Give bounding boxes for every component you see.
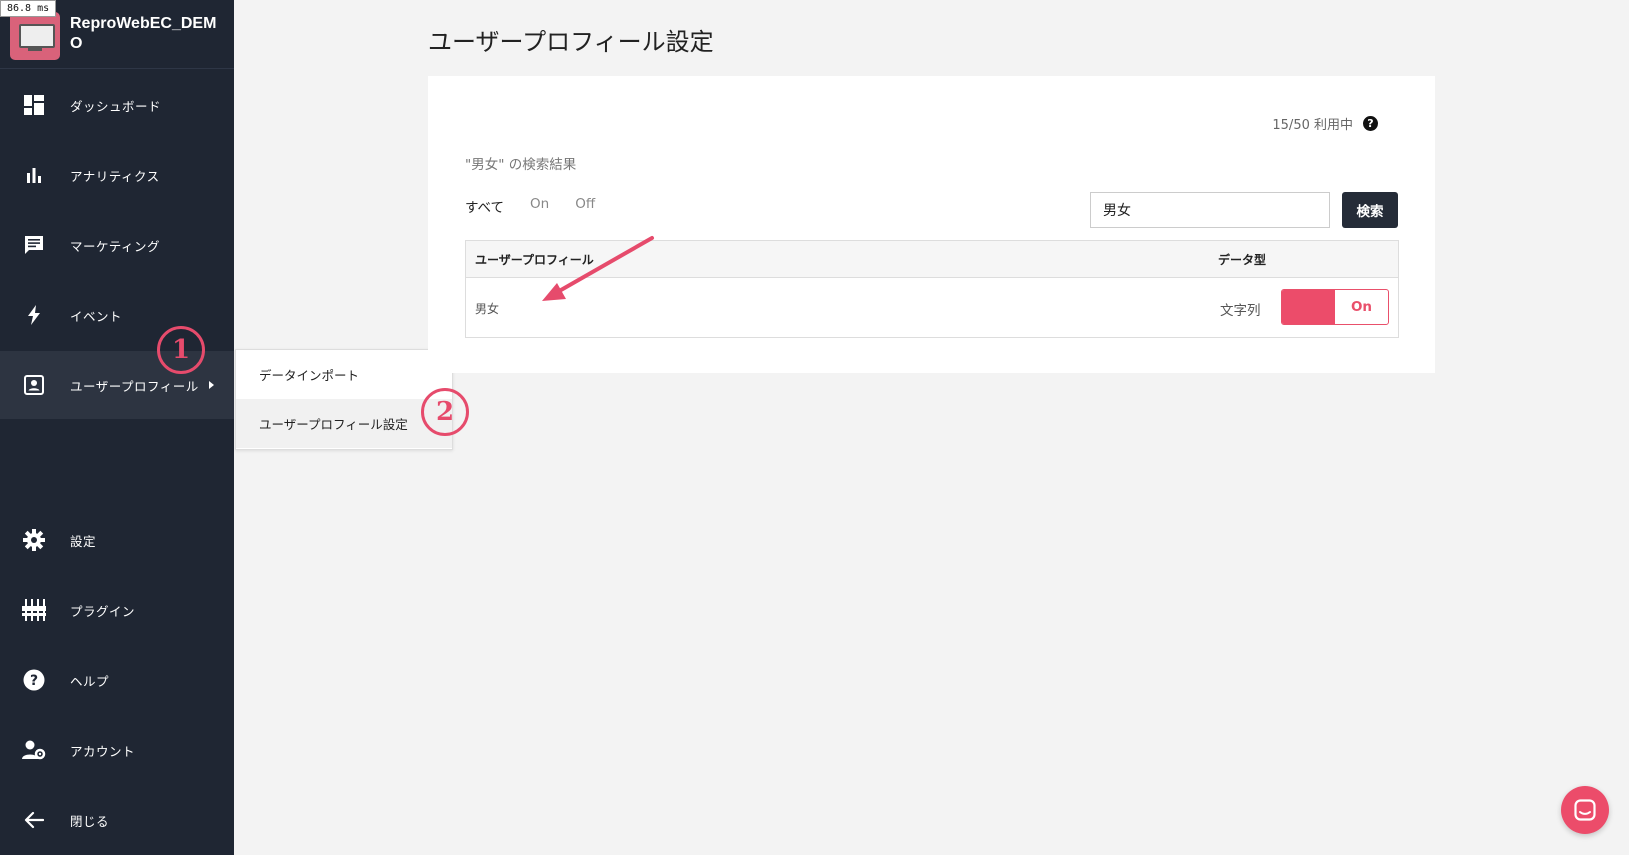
sidebar-item-label: アカウント xyxy=(70,743,136,759)
bar-chart-icon xyxy=(22,163,46,187)
filter-tabs: すべて On Off xyxy=(465,196,595,216)
column-header-data-type: データ型 xyxy=(1218,253,1267,267)
filter-tab-off[interactable]: Off xyxy=(575,196,595,216)
sidebar-item-settings[interactable]: 設定 xyxy=(0,506,234,574)
usage-text: 15/50 利用中 xyxy=(1272,118,1353,133)
profile-table: ユーザープロフィール データ型 男女 文字列 On xyxy=(465,240,1399,338)
message-icon xyxy=(22,233,46,257)
chevron-right-icon xyxy=(209,381,214,389)
toggle-label: On xyxy=(1350,299,1373,315)
submenu-item-data-import[interactable]: データインポート xyxy=(236,350,452,399)
lightning-icon xyxy=(22,303,46,327)
filter-tab-all[interactable]: すべて xyxy=(465,196,504,216)
sidebar-item-label: ヘルプ xyxy=(70,673,110,689)
column-header-user-profile: ユーザープロフィール xyxy=(475,253,594,267)
search-button[interactable]: 検索 xyxy=(1342,192,1398,228)
account-icon xyxy=(22,738,46,762)
sidebar-item-marketing[interactable]: マーケティング xyxy=(0,211,234,279)
app-name[interactable]: ReproWebEC_DEMO xyxy=(70,14,220,54)
data-type-cell: 文字列 xyxy=(1220,303,1261,319)
usage-counter: 15/50 利用中 ? xyxy=(1272,114,1378,133)
profile-icon xyxy=(22,373,46,397)
search-input[interactable] xyxy=(1090,192,1330,228)
annotation-step-1: 1 xyxy=(157,326,205,374)
search-results-caption: "男女" の検索結果 xyxy=(465,157,577,173)
sidebar-item-close[interactable]: 閉じる xyxy=(0,786,234,854)
plugin-icon xyxy=(22,598,46,622)
chat-launcher-button[interactable] xyxy=(1561,786,1609,834)
page-title: ユーザープロフィール設定 xyxy=(428,28,714,56)
sidebar-item-analytics[interactable]: アナリティクス xyxy=(0,141,234,209)
sidebar-item-label: プラグイン xyxy=(70,603,136,619)
sidebar-item-label: イベント xyxy=(70,308,123,324)
profile-settings-card: 15/50 利用中 ? "男女" の検索結果 すべて On Off 検索 ユーザ… xyxy=(428,76,1435,373)
sidebar-item-label: アナリティクス xyxy=(70,168,160,184)
sidebar-item-plugins[interactable]: プラグイン xyxy=(0,576,234,644)
sidebar-item-help[interactable]: ? ヘルプ xyxy=(0,646,234,714)
sidebar-item-label: 閉じる xyxy=(70,813,110,829)
svg-text:?: ? xyxy=(30,673,38,689)
profile-name-cell: 男女 xyxy=(475,302,500,316)
chat-icon xyxy=(1574,799,1596,821)
perf-badge: 86.8 ms xyxy=(0,0,57,17)
sidebar-item-account[interactable]: アカウント xyxy=(0,716,234,784)
toggle-fill xyxy=(1282,290,1335,324)
sidebar-item-label: 設定 xyxy=(70,533,97,549)
profile-enabled-toggle[interactable]: On xyxy=(1281,289,1389,325)
help-icon: ? xyxy=(22,668,46,692)
sidebar-item-label: マーケティング xyxy=(70,238,161,254)
annotation-step-2: 2 xyxy=(421,388,469,436)
sidebar: ReproWebEC_DEMO ダッシュボード アナリティクス マーケティング … xyxy=(0,0,234,855)
gear-icon xyxy=(22,528,46,552)
dashboard-icon xyxy=(22,93,46,117)
sidebar-item-label: ユーザープロフィール xyxy=(70,378,199,394)
user-profile-submenu: データインポート ユーザープロフィール設定 xyxy=(235,349,453,450)
sidebar-item-dashboard[interactable]: ダッシュボード xyxy=(0,71,234,139)
filter-tab-on[interactable]: On xyxy=(530,196,549,216)
sidebar-item-label: ダッシュボード xyxy=(70,98,162,114)
help-circle-icon[interactable]: ? xyxy=(1363,116,1378,131)
table-row: 男女 文字列 On xyxy=(466,277,1398,337)
table-header: ユーザープロフィール データ型 xyxy=(466,241,1398,278)
submenu-item-user-profile-settings[interactable]: ユーザープロフィール設定 xyxy=(236,399,452,448)
arrow-left-icon xyxy=(22,808,46,832)
app-logo-icon[interactable] xyxy=(10,12,60,60)
